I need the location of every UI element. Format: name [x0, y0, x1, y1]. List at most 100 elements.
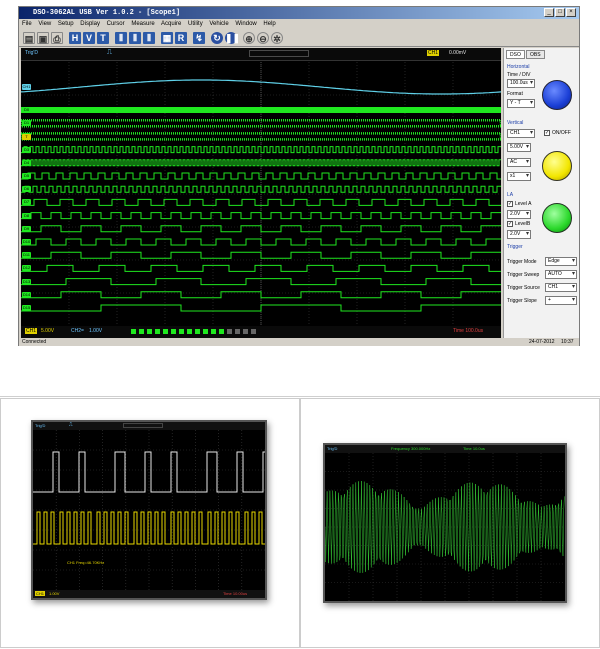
time-div-select[interactable]: 100.0us [507, 79, 535, 88]
letter-v-icon[interactable]: V [83, 32, 95, 44]
onoff-checkbox[interactable]: ✓ [544, 130, 550, 136]
left-freq-annotation: CH1 Freq=46.70KHz [67, 560, 105, 565]
letter-t-icon[interactable]: T [97, 32, 109, 44]
probe-icon[interactable]: ↯ [193, 32, 205, 44]
left-trigger-pulse-icon: ⎍ [69, 422, 73, 428]
la-channel-indicator [227, 329, 232, 334]
refresh-icon[interactable]: ↻ [211, 32, 223, 44]
menu-measure[interactable]: Measure [131, 21, 154, 27]
la-channel-trace [21, 146, 501, 154]
trigger-mode-select[interactable]: Edge [545, 257, 577, 266]
la-section-title: LA [507, 192, 514, 198]
menu-acquire[interactable]: Acquire [161, 21, 181, 27]
vertical-section-title: Vertical [507, 120, 524, 126]
la-channel-label: D1 [22, 120, 31, 127]
la-channel-trace [21, 107, 501, 113]
ch2-footer-label: CH2= [71, 328, 84, 334]
connection-status: Connected [22, 339, 47, 345]
trigger-level: 0.00mV [449, 50, 467, 56]
trigger-channel-badge: CH1 [427, 50, 440, 56]
la-channel-label: D8 [22, 212, 31, 219]
level-b-checkbox[interactable]: ✓ [507, 221, 513, 227]
horizontal-knob[interactable] [542, 80, 572, 110]
menu-cursor[interactable]: Cursor [107, 21, 125, 27]
ch1-volts: 5.00V [41, 328, 55, 334]
la-knob[interactable] [542, 203, 572, 233]
coupling-select[interactable]: AC [507, 158, 531, 167]
format-label: Format [507, 91, 523, 97]
maximize-button[interactable]: □ [555, 8, 565, 17]
left-screen-footer: CH1 1.00V Time 10.00us [33, 590, 265, 598]
right-trig-status: Trig'D [327, 446, 338, 451]
print-icon[interactable]: ⎙ [51, 32, 63, 44]
la-channel-label: D7 [22, 199, 31, 206]
zoom-in-icon[interactable]: ⊕ [243, 32, 255, 44]
menu-vehicle[interactable]: Vehicle [209, 21, 228, 27]
memory-bar [249, 50, 309, 57]
zoom-out-icon[interactable]: ⊖ [257, 32, 269, 44]
la-channel-trace [21, 291, 501, 299]
menu-setup[interactable]: Setup [58, 21, 74, 27]
level-a-select[interactable]: 2.0V [507, 210, 531, 219]
left-time-base: Time 10.00us [223, 591, 248, 596]
level-b-select[interactable]: 2.0V [507, 230, 531, 239]
trigger-mode-label: Trigger Mode [507, 259, 537, 265]
menu-view[interactable]: View [38, 21, 51, 27]
trigger-slope-select[interactable]: + [545, 296, 577, 305]
trigger-marker[interactable]: T [22, 134, 31, 140]
trigger-source-select[interactable]: CH1 [545, 283, 577, 292]
la-channel-indicator [155, 329, 160, 334]
scope-footer: CH1 5.00V CH2= 1.00V Time 100.0us [21, 326, 501, 338]
left-screen-header: Trig'D ⎍ [33, 422, 265, 430]
close-button[interactable]: × [566, 8, 576, 17]
la-channel-trace [21, 212, 501, 220]
la-channel-label: D13 [22, 278, 31, 285]
la-channel-label: D15 [22, 305, 31, 311]
ch2-volts: 1.00V [89, 328, 103, 334]
tab-dso[interactable]: DSO [506, 50, 525, 59]
vertical-knob[interactable] [542, 151, 572, 181]
letter-h-icon[interactable]: H [69, 32, 81, 44]
tab-obs[interactable]: OBS [526, 50, 545, 59]
level-a-label: Level A [515, 201, 532, 207]
channel-b-icon[interactable]: ⫴ [129, 32, 141, 44]
horizontal-section-title: Horizontal [507, 64, 530, 70]
channel-c-icon[interactable]: ⫴ [143, 32, 155, 44]
la-channel-indicator [179, 329, 184, 334]
menu-utility[interactable]: Utility [188, 21, 203, 27]
minimize-button[interactable]: _ [544, 8, 554, 17]
menu-help[interactable]: Help [263, 21, 275, 27]
left-ch1-badge: CH1 [35, 591, 46, 596]
waveform-area [21, 62, 501, 326]
la-channel-label: D5 [22, 173, 31, 179]
trigger-source-label: Trigger Source [507, 285, 540, 291]
scope-display[interactable]: Trig'D ⎍ CH1 0.00mV CH1D0D1D2D3D4D5D6D7D… [21, 48, 501, 338]
level-a-checkbox[interactable]: ✓ [507, 201, 513, 207]
channel-select[interactable]: CH1 [507, 129, 535, 138]
la-channel-indicator [139, 329, 144, 334]
channel-a-icon[interactable]: ⫴ [115, 32, 127, 44]
trigger-slope-label: Trigger Slope [507, 298, 537, 304]
probe-select[interactable]: x1 [507, 172, 531, 181]
la-channel-indicators [131, 329, 271, 335]
scope-screen-left: Trig'D ⎍ CH1 Freq=46.70KHz CH1 1.00V Tim… [31, 420, 267, 600]
format-select[interactable]: Y - T [507, 99, 535, 108]
grid-icon[interactable]: ▦ [161, 32, 173, 44]
menu-window[interactable]: Window [235, 21, 256, 27]
settings-icon[interactable]: ✲ [271, 32, 283, 44]
pause-icon[interactable]: ❚❚ [225, 32, 240, 44]
volts-div-select[interactable]: 5.00V [507, 143, 531, 152]
la-channel-trace [21, 159, 501, 167]
save-icon[interactable]: ▣ [37, 32, 49, 44]
trigger-sweep-select[interactable]: AUTO [545, 270, 577, 279]
menu-display[interactable]: Display [80, 21, 100, 27]
la-channel-indicator [243, 329, 248, 334]
page: DSO-3062AL USB Ver 1.0.2 - [Scope1] _ □ … [0, 0, 600, 649]
ch1-footer-badge: CH1 [25, 328, 38, 334]
menu-file[interactable]: File [22, 21, 32, 27]
letter-r-icon[interactable]: R [175, 32, 187, 44]
document-icon[interactable]: ▤ [23, 32, 35, 44]
la-channel-indicator [131, 329, 136, 334]
la-channel-trace [21, 238, 501, 246]
la-channel-indicator [235, 329, 240, 334]
